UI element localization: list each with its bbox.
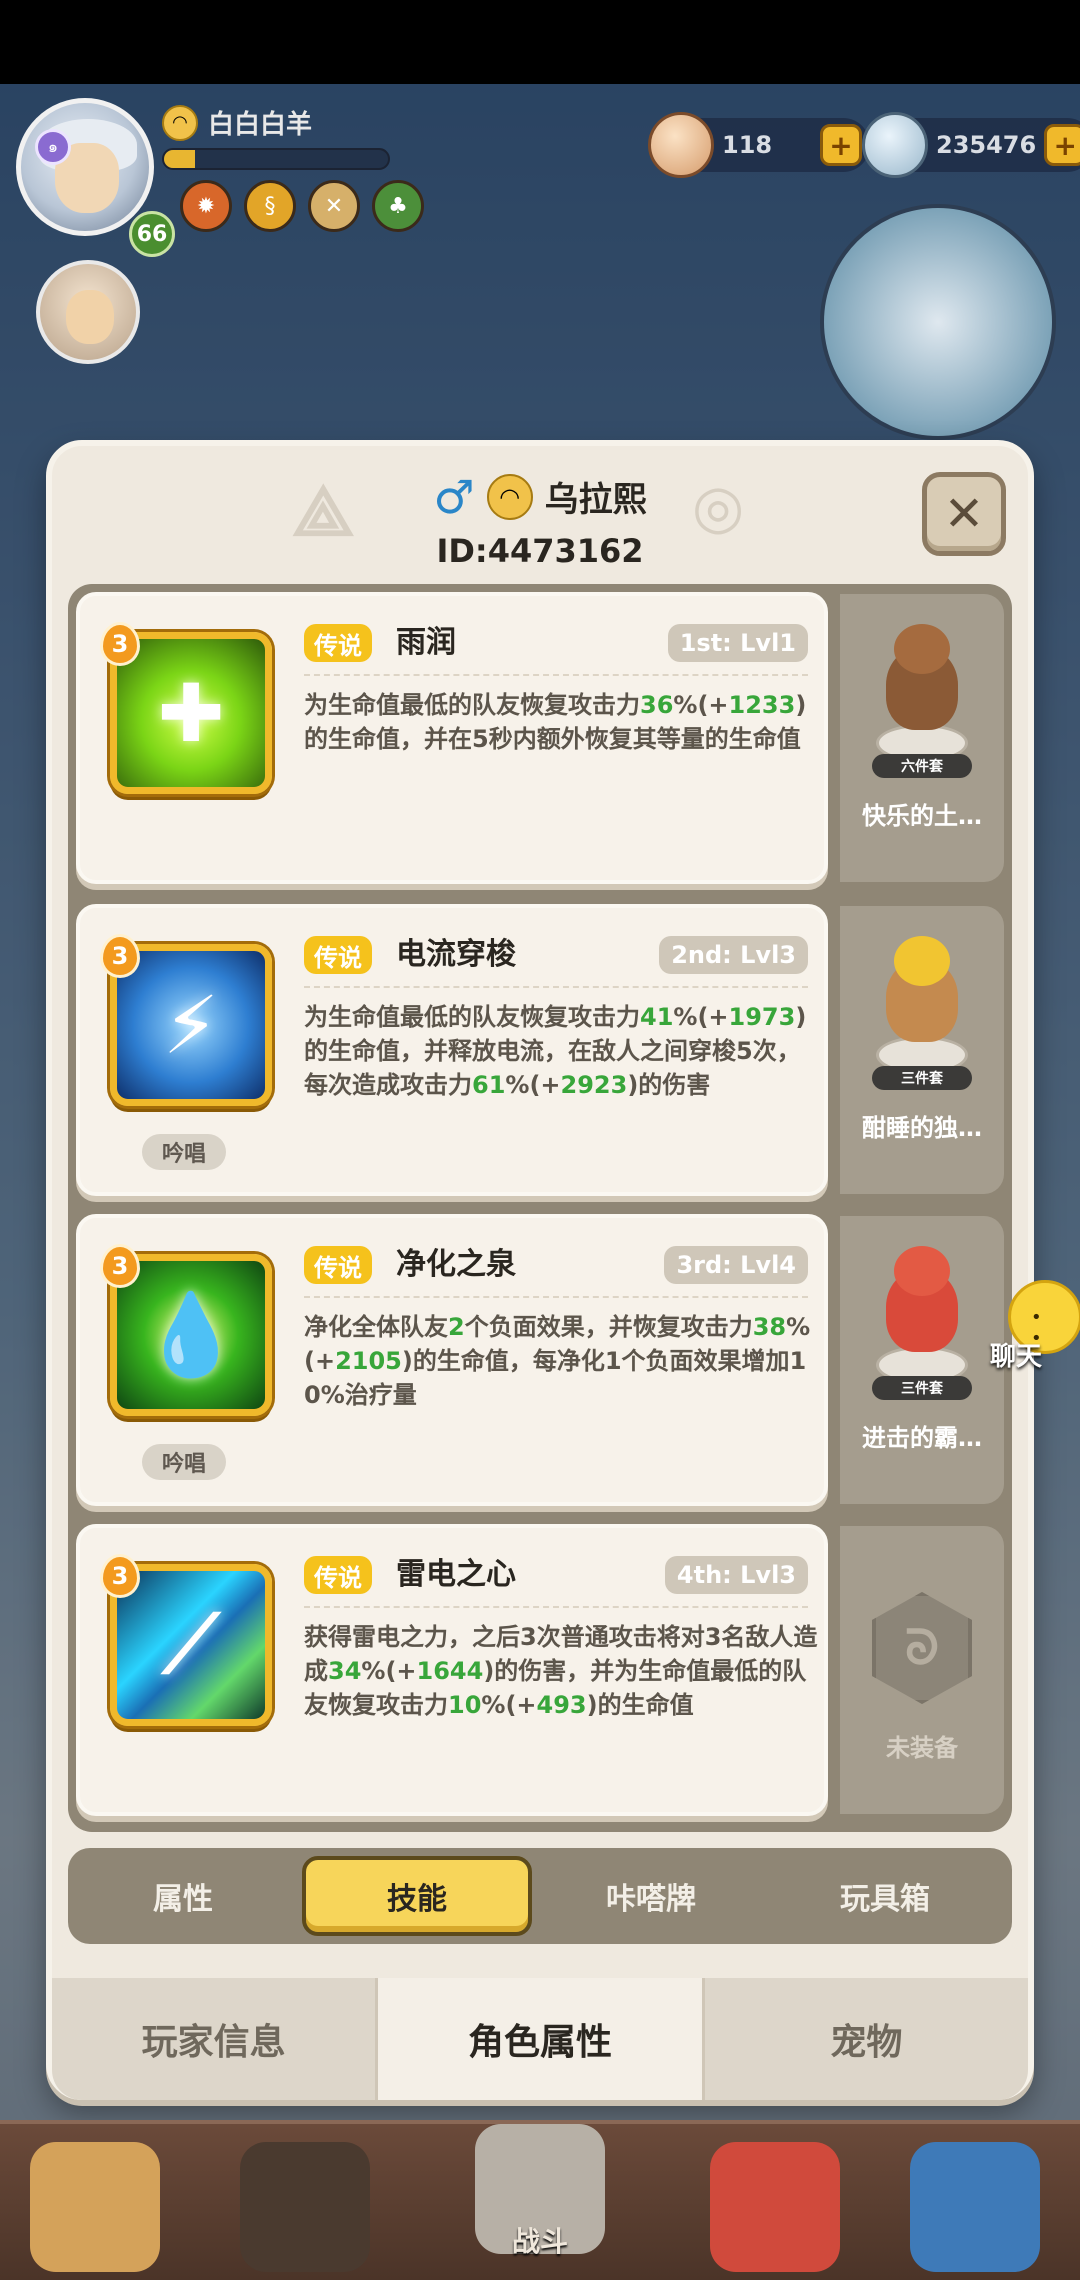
chat-label[interactable]: 聊天 [990, 1336, 1042, 1373]
skill-name: 净化之泉 [396, 1247, 516, 1282]
skill-name: 雷电之心 [396, 1557, 516, 1592]
character-panel: ⟁ ◎ ♂ ◠ 乌拉熙 ID:4473162 ✕ 3 ✚ 传说 雨润 1st: … [46, 440, 1034, 2100]
skill-slot-level: 4th: Lvl3 [664, 1556, 808, 1594]
set-piece-tag: 三件套 [872, 1376, 972, 1400]
currency-pearls: 235476 + [862, 112, 1080, 178]
add-pearls-button[interactable]: + [1044, 124, 1080, 166]
cross-icon[interactable]: ✕ [308, 180, 360, 232]
rarity-tag: 传说 [304, 936, 372, 974]
red-dino-icon [710, 2142, 840, 2272]
pearl-shell-icon [862, 112, 928, 178]
rarity-tag: 传说 [304, 624, 372, 662]
tab-toy-box[interactable]: 玩具箱 [770, 1856, 1000, 1936]
nav-pet[interactable] [700, 2142, 850, 2280]
skill-description: 为生命值最低的队友恢复攻击力36%(+1233)的生命值，并在5秒内额外恢复其等… [304, 691, 807, 753]
skill-count-badge: 3 [100, 934, 140, 978]
skill-description: 为生命值最低的队友恢复攻击力41%(+1973)的生命值，并释放电流，在敌人之间… [304, 1003, 807, 1099]
character-name: 乌拉熙 [544, 480, 647, 520]
currency-shells-amount: 118 [722, 131, 773, 159]
skill-name: 电流穿梭 [396, 937, 516, 972]
add-shells-button[interactable]: + [820, 124, 862, 166]
buff-row: ✹ § ✕ ♣ [180, 180, 424, 232]
close-icon: ✕ [943, 486, 985, 542]
nav-guild[interactable] [900, 2142, 1050, 2280]
rarity-tag: 传说 [304, 1246, 372, 1284]
set-figure-icon [872, 624, 972, 774]
fire-medal-icon[interactable]: ✹ [180, 180, 232, 232]
set-figure-icon [872, 936, 972, 1086]
empty-slot-icon: ᘐ [872, 1592, 972, 1704]
set-slot[interactable]: 三件套 进击的霸… [840, 1216, 1004, 1504]
player-name-row: ◠ 白白白羊 [162, 104, 312, 141]
nav-character-2[interactable] [230, 2142, 380, 2280]
player-name: 白白白羊 [208, 110, 313, 140]
skill-description: 获得雷电之力，之后3次普通攻击将对3名敌人造成34%(+1644)的伤害，并为生… [304, 1623, 818, 1719]
tab-kata-cards[interactable]: 咔嗒牌 [536, 1856, 766, 1936]
skill-count-badge: 3 [100, 622, 140, 666]
skill-slot-level: 1st: Lvl1 [667, 624, 808, 662]
set-slot[interactable]: 三件套 酣睡的独… [840, 906, 1004, 1194]
skill-card[interactable]: 3 ⟋ 传说 雷电之心 4th: Lvl3 获得雷电之力，之后3次普通攻击将对3… [76, 1524, 828, 1816]
set-piece-tag: 六件套 [872, 754, 972, 778]
character-header: ♂ ◠ 乌拉熙 [52, 472, 1028, 521]
set-name: 酣睡的独… [862, 1114, 982, 1142]
horned-creature-icon [30, 2142, 160, 2272]
skills-list: 3 ✚ 传说 雨润 1st: Lvl1 为生命值最低的队友恢复攻击力36%(+1… [68, 584, 1012, 1832]
set-name: 快乐的土… [862, 802, 982, 830]
skill-slot-level: 3rd: Lvl4 [664, 1246, 808, 1284]
chant-tag: 吟唱 [142, 1444, 226, 1480]
game-scene: ๑ 66 ◠ 白白白羊 ✹ § ✕ ♣ 118 + 235476 + ⟁ ◎ ♂… [0, 84, 1080, 2280]
chant-tag: 吟唱 [142, 1134, 226, 1170]
set-slot-empty[interactable]: ᘐ 未装备 [840, 1526, 1004, 1814]
set-name: 未装备 [886, 1734, 958, 1762]
minimap[interactable] [820, 204, 1056, 440]
swirl-banner-icon [910, 2142, 1040, 2272]
set-figure-icon [872, 1246, 972, 1396]
rarity-tag: 传说 [304, 1556, 372, 1594]
bottom-nav: 战斗 [0, 2120, 1080, 2280]
tab-attributes[interactable]: 属性 [68, 1856, 298, 1936]
hero-face-icon [240, 2142, 370, 2272]
male-icon: ♂ [433, 469, 475, 524]
set-name: 进击的霸… [862, 1424, 982, 1452]
currency-shells: 118 + [648, 112, 870, 178]
tab-player-info[interactable]: 玩家信息 [52, 1978, 379, 2100]
set-slot[interactable]: 六件套 快乐的土… [840, 594, 1004, 882]
skill-name: 雨润 [396, 625, 456, 660]
exp-bar [162, 148, 390, 170]
set-piece-tag: 三件套 [872, 1066, 972, 1090]
character-id: ID:4473162 [436, 532, 644, 570]
tab-pets[interactable]: 宠物 [705, 1978, 1028, 2100]
skill-slot-level: 2nd: Lvl3 [659, 936, 808, 974]
main-tabs: 玩家信息 角色属性 宠物 [52, 1978, 1028, 2100]
sub-tabs: 属性 技能 咔嗒牌 玩具箱 [68, 1848, 1012, 1944]
nav-battle-label: 战斗 [511, 2225, 568, 2258]
flame-icon[interactable]: § [244, 180, 296, 232]
currency-pearls-amount: 235476 [936, 131, 1037, 159]
shell-star-icon [648, 112, 714, 178]
tab-character-attributes[interactable]: 角色属性 [378, 1978, 705, 2100]
player-level-badge: 66 [129, 211, 175, 257]
smug-face-icon: ◠ [486, 473, 533, 520]
cactus-icon[interactable]: ♣ [372, 180, 424, 232]
skill-card[interactable]: 3 ✚ 传说 雨润 1st: Lvl1 为生命值最低的队友恢复攻击力36%(+1… [76, 592, 828, 884]
smug-face-icon: ◠ [162, 104, 198, 141]
skill-count-badge: 3 [100, 1244, 140, 1288]
player-avatar[interactable]: ๑ 66 [16, 98, 175, 257]
second-avatar[interactable] [36, 260, 140, 364]
nav-battle[interactable]: 战斗 [465, 2124, 615, 2264]
tab-skills[interactable]: 技能 [302, 1856, 532, 1936]
swirl-badge-icon: ๑ [35, 129, 71, 165]
skill-card[interactable]: 3 💧 吟唱 传说 净化之泉 3rd: Lvl4 净化全体队友2个负面效果，并恢… [76, 1214, 828, 1506]
skill-card[interactable]: 3 ⚡ 吟唱 传说 电流穿梭 2nd: Lvl3 为生命值最低的队友恢复攻击力4… [76, 904, 828, 1196]
close-button[interactable]: ✕ [922, 472, 1006, 556]
skill-count-badge: 3 [100, 1554, 140, 1598]
nav-character-1[interactable] [20, 2142, 170, 2280]
status-bar [0, 0, 1080, 84]
exp-bar-fill [164, 150, 196, 168]
skill-description: 净化全体队友2个负面效果，并恢复攻击力38%(+2105)的生命值，每净化1个负… [304, 1313, 811, 1409]
